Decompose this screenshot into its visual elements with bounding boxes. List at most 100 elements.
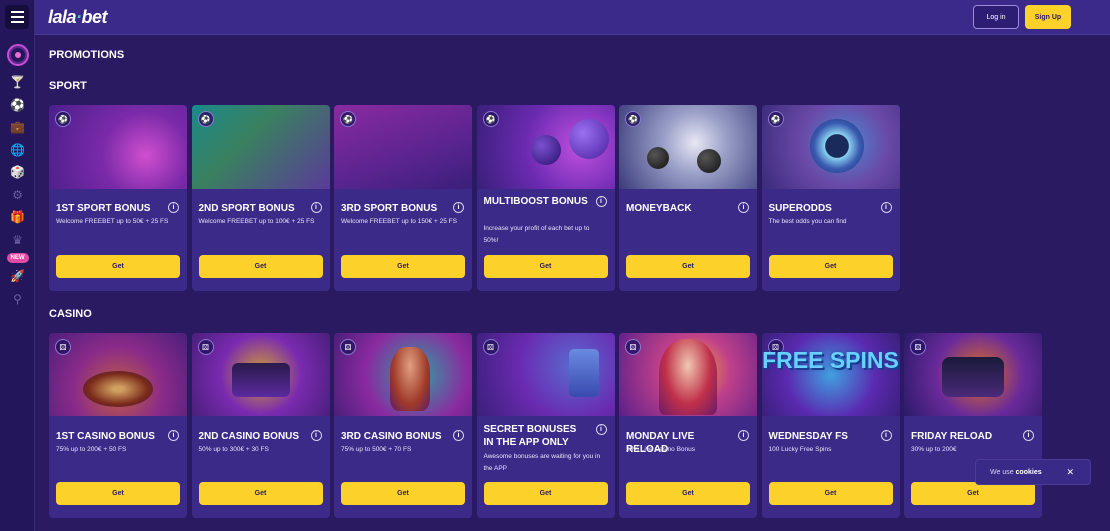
get-button[interactable]: Get [198,482,323,505]
promo-card: ⚄ FRIDAY RELOAD i 30% up to 200€ Get [904,333,1042,518]
sport-ball-icon: ⚽ [482,111,499,127]
promo-image: ⚄ [904,333,1042,416]
promo-image: ⚄ [191,333,330,416]
info-icon[interactable]: i [453,430,464,441]
promo-title: WEDNESDAY FS [768,431,848,442]
promo-title: FRIDAY RELOAD [911,431,993,442]
info-icon[interactable]: i [310,430,322,441]
promo-card: ⚄ 3RD CASINO BONUS i 75% up to 500€ + 70… [334,333,472,518]
get-button[interactable]: Get [56,255,180,278]
top-bar: lala·bet Log in Sign Up [35,0,1110,35]
promo-card: ⚄ SECRET BONUSES IN THE APP ONLY i Aweso… [476,333,615,518]
promo-image: ⚄ [619,333,757,416]
promo-image: ⚄ FREE SPINS [761,333,900,416]
sidebar-nav: 🍸 ⚽ 💼 🌐 🎲 ⚙ 🎁 ♛ NEW 🚀 ⚲ [0,44,35,312]
promo-title: 2ND CASINO BONUS [198,431,300,442]
close-icon[interactable]: ✕ [1066,467,1074,478]
promo-description: Welcome FREEBET up to 50€ + 25 FS [56,218,169,225]
promo-description: 25% Live Casino Bonus [626,446,696,453]
get-button[interactable]: Get [341,255,465,278]
promo-title: MULTIBOOST BONUS [483,196,588,207]
get-button[interactable]: Get [483,482,608,505]
promo-image: ⚄ [334,333,472,416]
cookie-text: We use cookies [990,468,1042,476]
promo-image: ⚽ [619,105,757,189]
gift-icon[interactable]: 🎁 [9,208,27,226]
info-icon[interactable]: i [880,202,892,213]
promo-card: ⚽ 2ND SPORT BONUS i Welcome FREEBET up t… [191,105,330,291]
get-button[interactable]: Get [56,482,180,505]
promo-description: Welcome FREEBET up to 100€ + 25 FS [198,218,315,225]
new-badge: NEW [6,253,29,263]
promo-description: 75% up to 200€ + 50 FS [56,446,127,453]
info-icon[interactable]: i [880,430,892,441]
promo-card: ⚽ MULTIBOOST BONUS i Increase your profi… [476,105,615,291]
promo-description: The best odds you can find [768,218,847,225]
get-button[interactable]: Get [626,482,750,505]
get-button[interactable]: Get [198,255,323,278]
info-icon[interactable]: i [168,202,179,213]
promo-image: ⚽ [761,105,900,189]
crown-icon[interactable]: ♛ [9,231,27,249]
info-icon[interactable]: i [595,196,607,207]
dice-icon: ⚄ [55,339,71,355]
promo-card: ⚽ 3RD SPORT BONUS i Welcome FREEBET up t… [334,105,472,291]
promo-title: 1ST CASINO BONUS [56,431,155,442]
info-icon[interactable]: i [595,424,607,435]
promo-title: 1ST SPORT BONUS [56,203,151,214]
promo-title: 3RD SPORT BONUS [341,203,438,214]
sport-ball-icon: ⚽ [767,111,784,127]
promo-card: ⚽ SUPERODDS i The best odds you can find… [761,105,900,291]
sport-ball-icon: ⚽ [55,111,71,127]
get-button[interactable]: Get [768,255,893,278]
promo-title: 3RD CASINO BONUS [341,431,442,442]
briefcase-icon[interactable]: 💼 [9,118,27,136]
info-icon[interactable]: i [1023,430,1034,441]
promo-image: ⚽ [334,105,472,189]
info-icon[interactable]: i [310,202,322,213]
promo-description: Increase your profit of each bet up to 5… [483,225,590,244]
info-icon[interactable]: i [738,202,749,213]
dice-icon: ⚄ [340,339,356,355]
football-icon[interactable]: ⚙ [9,186,27,204]
promo-description: Awesome bonuses are waiting for you in t… [483,453,601,472]
promo-title: SECRET BONUSES IN THE APP ONLY [483,424,577,448]
info-icon[interactable]: i [168,430,179,441]
get-button[interactable]: Get [341,482,465,505]
promo-title: 2ND SPORT BONUS [198,203,295,214]
globe-icon[interactable]: 🌐 [9,141,27,159]
info-icon[interactable]: i [453,202,464,213]
get-button[interactable]: Get [626,255,750,278]
get-button[interactable]: Get [483,255,608,278]
promo-description: 30% up to 200€ [911,446,957,453]
dice-icon: ⚄ [197,339,214,355]
promo-title: MONEYBACK [626,203,692,214]
cocktail-icon[interactable]: 🍸 [9,73,27,91]
promo-description: Welcome FREEBET up to 150€ + 25 FS [341,218,457,225]
rocket-icon[interactable]: 🚀 [9,267,27,285]
user-search-icon[interactable]: ⚲ [9,290,27,308]
promo-image: ⚽ [191,105,330,189]
cookie-banner: We use cookies ✕ [975,459,1091,485]
promo-title: SUPERODDS [768,203,832,214]
promo-card: ⚄ FREE SPINS WEDNESDAY FS i 100 Lucky Fr… [761,333,900,518]
dice-icon[interactable]: 🎲 [9,163,27,181]
promo-description: 75% up to 500€ + 70 FS [341,446,412,453]
sport-promotions: ⚽ 1ST SPORT BONUS i Welcome FREEBET up t… [49,105,900,291]
logo[interactable]: lala·bet [48,7,108,28]
promo-card: ⚽ 1ST SPORT BONUS i Welcome FREEBET up t… [49,105,187,291]
sport-ball-icon: ⚽ [340,111,356,127]
promo-image: ⚄ [476,333,615,416]
promo-card: ⚄ MONDAY LIVE RELOAD i 25% Live Casino B… [619,333,757,518]
cookies-link[interactable]: cookies [1016,469,1042,476]
signup-button[interactable]: Sign Up [1025,5,1071,29]
info-icon[interactable]: i [738,430,749,441]
sport-ball-icon[interactable]: ⚽ [9,96,27,114]
menu-icon[interactable] [5,5,29,29]
get-button[interactable]: Get [768,482,893,505]
login-button[interactable]: Log in [973,5,1019,29]
get-button[interactable]: Get [911,482,1035,505]
promo-description: 50% up to 300€ + 30 FS [198,446,269,453]
casino-icon[interactable] [6,44,29,66]
promo-image: ⚽ [476,105,615,189]
